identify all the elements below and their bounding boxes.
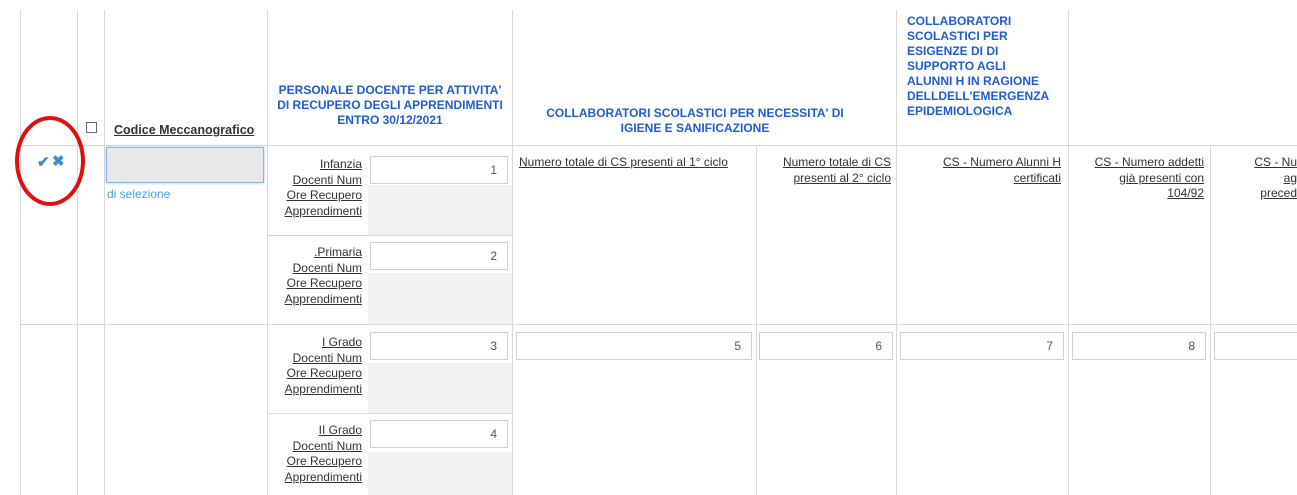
cs-truncated-input[interactable] [1214, 332, 1297, 360]
primaria-input[interactable]: 2 [370, 242, 508, 270]
primaria-label[interactable]: .Primaria Docenti Num Ore Recupero Apprendi… [270, 245, 362, 307]
grey-cell [368, 185, 512, 235]
cs-secondo-ciclo-input[interactable]: 6 [759, 332, 893, 360]
row-divider [267, 235, 512, 236]
infanzia-label[interactable]: Infanzia Docenti Num Ore Recupero Apprendim… [270, 157, 362, 219]
check-icon[interactable]: ✔ [37, 153, 50, 171]
select-all-checkbox[interactable] [86, 122, 97, 133]
header-divider [20, 145, 1297, 146]
highlight-circle [15, 116, 85, 206]
i-grado-input[interactable]: 3 [370, 332, 508, 360]
grid-line [756, 145, 757, 495]
codice-meccanografico-input[interactable] [106, 147, 264, 183]
cs-primo-ciclo-input[interactable]: 5 [516, 332, 752, 360]
cs-addetti-input[interactable]: 8 [1072, 332, 1206, 360]
ii-grado-input[interactable]: 4 [370, 420, 508, 448]
ii-grado-label[interactable]: II Grado Docenti Num Ore Recupero Apprendim… [270, 423, 362, 485]
cs-truncated-label[interactable]: CS - Nu ag preced [1232, 155, 1297, 202]
personale-docente-header: PERSONALE DOCENTE PER ATTIVITA' DI RECUP… [277, 83, 503, 127]
codice-meccanografico-header[interactable]: Codice Meccanografico [114, 123, 254, 139]
supporto-alunni-header: COLLABORATORI SCOLASTICI PER ESIGENZE DI… [907, 14, 1050, 118]
row-divider [20, 324, 1297, 325]
selection-hint: di selezione [107, 187, 171, 201]
grid-line [896, 10, 897, 495]
infanzia-input[interactable]: 1 [370, 156, 508, 184]
cs-alunni-h-input[interactable]: 7 [900, 332, 1064, 360]
grid-line [267, 10, 268, 495]
cs-addetti-label[interactable]: CS - Numero addetti già presenti con 104/9… [1072, 155, 1204, 202]
close-icon[interactable]: ✖ [52, 152, 65, 170]
cs-alunni-h-label[interactable]: CS - Numero Alunni Hcertificati [900, 155, 1061, 186]
grid-line [1068, 10, 1069, 495]
igiene-sanificazione-header: COLLABORATORI SCOLASTICI PER NECESSITA' … [546, 106, 844, 135]
grid-line [104, 10, 105, 495]
grey-cell [368, 452, 512, 495]
grid-line [20, 10, 21, 495]
i-grado-label[interactable]: I Grado Docenti Num Ore Recupero Apprendime… [270, 335, 362, 397]
grid-line [1210, 145, 1211, 495]
cs-primo-ciclo-label[interactable]: Numero totale di CS presenti al 1° ciclo [519, 155, 728, 171]
grey-cell [368, 273, 512, 324]
grey-cell [368, 363, 512, 413]
grid-line [512, 10, 513, 495]
grid-line [77, 10, 78, 495]
row-divider [267, 413, 512, 414]
cs-secondo-ciclo-label[interactable]: Numero totale di CS presenti al 2° ciclo [760, 155, 891, 186]
